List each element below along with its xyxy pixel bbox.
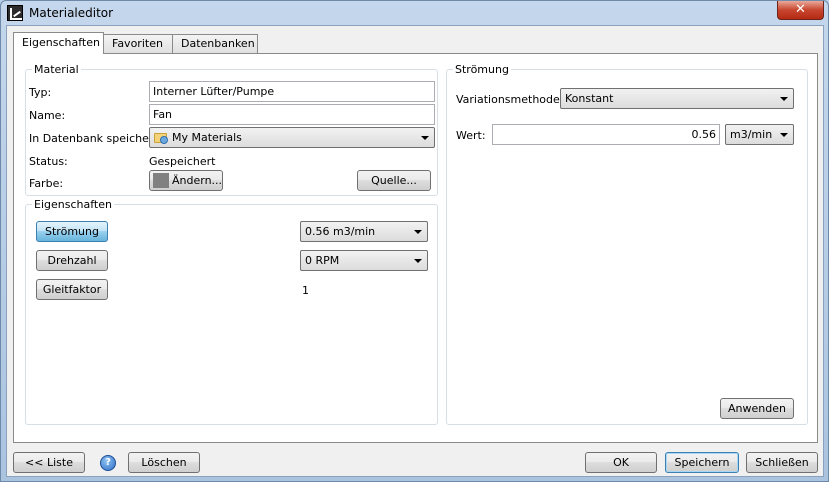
typ-label: Typ: [29, 86, 52, 99]
stroemung-value-select[interactable]: 0.56 m3/min [300, 221, 428, 242]
title-bar[interactable]: Materialeditor ✕ [1, 1, 828, 25]
drehzahl-value: 0 RPM [305, 254, 340, 267]
status-value: Gespeichert [149, 155, 216, 168]
property-stroemung-button[interactable]: Strömung [36, 221, 108, 242]
db-select[interactable]: My Materials [149, 127, 435, 148]
farbe-label: Farbe: [29, 177, 64, 190]
materialeditor-window: Materialeditor ✕ Eigenschaften Favoriten… [0, 0, 829, 482]
flow-group-title: Strömung [453, 63, 511, 76]
color-swatch [153, 173, 169, 188]
property-drehzahl-button[interactable]: Drehzahl [36, 250, 108, 271]
app-icon [7, 5, 23, 21]
value-label: Wert: [456, 129, 486, 142]
variation-method-select[interactable]: Konstant [560, 88, 794, 109]
tab-eigenschaften[interactable]: Eigenschaften [13, 32, 104, 54]
value-field[interactable]: 0.56 [492, 124, 720, 145]
unit-value: m3/min [730, 128, 773, 141]
db-label: In Datenbank speichern: [29, 132, 164, 145]
tab-datenbanken[interactable]: Datenbanken [172, 34, 258, 53]
typ-field[interactable]: Interner Lüfter/Pumpe [149, 81, 435, 102]
source-button[interactable]: Quelle... [357, 170, 431, 191]
properties-group: Eigenschaften Strömung 0.56 m3/min Drehz… [25, 198, 438, 425]
material-group-title: Material [32, 63, 81, 76]
save-button[interactable]: Speichern [665, 452, 739, 473]
chevron-down-icon [780, 133, 788, 137]
database-folder-icon [154, 131, 169, 144]
help-icon[interactable]: ? [100, 455, 116, 471]
name-field[interactable]: Fan [149, 104, 435, 125]
name-label: Name: [29, 109, 66, 122]
chevron-down-icon [414, 230, 422, 234]
status-label: Status: [29, 155, 68, 168]
unit-select[interactable]: m3/min [725, 124, 794, 145]
change-color-label: Ändern... [172, 174, 223, 187]
tab-favoriten[interactable]: Favoriten [103, 34, 173, 53]
flow-group: Strömung Variationsmethode: Konstant Wer… [446, 63, 808, 425]
variation-method-value: Konstant [565, 92, 614, 105]
client-area: Eigenschaften Favoriten Datenbanken Mate… [6, 25, 824, 477]
db-select-value: My Materials [172, 131, 242, 144]
change-color-button[interactable]: Ändern... [149, 170, 223, 191]
gleitfaktor-value: 1 [302, 284, 309, 297]
chevron-down-icon [780, 97, 788, 101]
window-title: Materialeditor [29, 6, 114, 20]
stroemung-value: 0.56 m3/min [305, 225, 376, 238]
properties-group-title: Eigenschaften [32, 198, 114, 211]
apply-button[interactable]: Anwenden [720, 398, 794, 419]
close-button[interactable]: Schließen [746, 452, 818, 473]
close-window-button[interactable]: ✕ [777, 1, 824, 20]
chevron-down-icon [421, 136, 429, 140]
material-group: Material Typ: Interner Lüfter/Pumpe Name… [25, 63, 438, 196]
property-gleitfaktor-button[interactable]: Gleitfaktor [36, 279, 108, 300]
variation-method-label: Variationsmethode: [456, 93, 564, 106]
drehzahl-value-select[interactable]: 0 RPM [300, 250, 428, 271]
ok-button[interactable]: OK [585, 452, 657, 473]
delete-button[interactable]: Löschen [128, 452, 200, 473]
back-to-list-button[interactable]: << Liste [13, 452, 85, 473]
chevron-down-icon [414, 259, 422, 263]
tab-panel-eigenschaften: Material Typ: Interner Lüfter/Pumpe Name… [13, 53, 818, 443]
